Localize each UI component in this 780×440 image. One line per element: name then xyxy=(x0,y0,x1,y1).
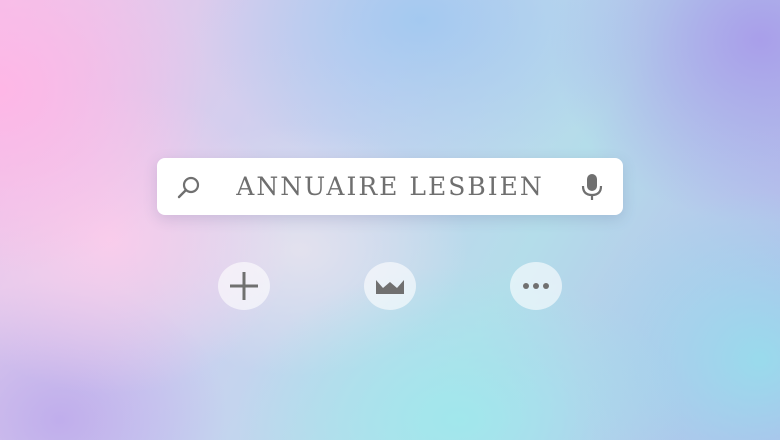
crown-icon xyxy=(375,276,405,296)
more-dots-icon xyxy=(522,282,550,290)
gradient-background xyxy=(0,0,780,440)
microphone-icon[interactable] xyxy=(578,172,606,202)
add-button[interactable] xyxy=(218,262,270,310)
crown-button[interactable] xyxy=(364,262,416,310)
plus-icon xyxy=(228,270,260,302)
more-options-button[interactable] xyxy=(510,262,562,310)
search-icon[interactable] xyxy=(176,174,202,200)
search-query-text[interactable]: ANNUAIRE LESBIEN xyxy=(210,158,570,215)
